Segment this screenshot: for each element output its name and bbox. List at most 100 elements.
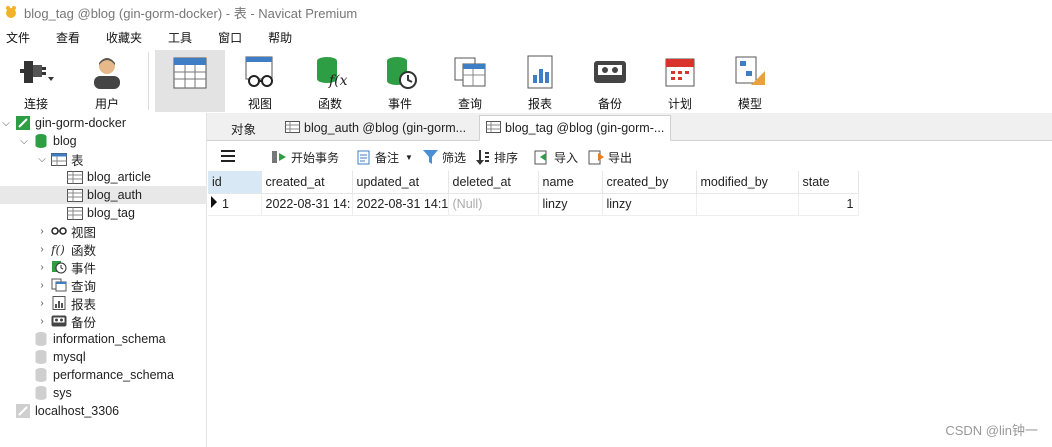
- chevron-right-icon[interactable]: ›: [36, 226, 48, 237]
- tree-table-blog-tag[interactable]: blog_tag: [0, 204, 207, 222]
- tab-objects[interactable]: 对象: [225, 115, 262, 141]
- chevron-right-icon[interactable]: ›: [36, 280, 48, 291]
- export-button[interactable]: 导出: [588, 149, 632, 166]
- cell-updated-at[interactable]: 2022-08-31 14:1: [352, 193, 449, 216]
- tab-label: blog_auth @blog (gin-gorm...: [304, 121, 467, 135]
- query-button[interactable]: 查询: [435, 50, 505, 112]
- chevron-down-icon[interactable]: ⌵: [0, 118, 12, 129]
- tree-table-blog-article[interactable]: blog_article: [0, 168, 207, 186]
- function-icon: f(): [51, 242, 67, 256]
- database-icon: [33, 368, 49, 382]
- memo-label: 备注: [375, 150, 400, 165]
- tree-database-mysql[interactable]: mysql: [0, 348, 207, 366]
- tree-queries-folder[interactable]: › 查询: [0, 276, 207, 294]
- tab-label: 对象: [231, 122, 257, 137]
- import-icon: [534, 150, 550, 165]
- current-row-indicator-icon: [211, 196, 217, 208]
- column-header-updated-at[interactable]: updated_at: [352, 171, 449, 194]
- event-icon: [382, 55, 418, 89]
- backup-button[interactable]: 备份: [575, 50, 645, 112]
- menu-tools[interactable]: 工具: [168, 29, 192, 46]
- table-row[interactable]: 1 2022-08-31 14: 2022-08-31 14:1 (Null) …: [208, 193, 859, 216]
- column-header-created-at[interactable]: created_at: [261, 171, 353, 194]
- tree-backups-folder[interactable]: › 备份: [0, 312, 207, 330]
- menu-favorites[interactable]: 收藏夹: [106, 29, 142, 46]
- tree-functions-folder[interactable]: › f() 函数: [0, 240, 207, 258]
- tree-connection-gin-gorm-docker[interactable]: ⌵ gin-gorm-docker: [0, 114, 207, 132]
- cell-modified-by[interactable]: [696, 193, 799, 216]
- memo-button[interactable]: 备注 ▼: [357, 149, 413, 166]
- database-icon: [33, 332, 49, 346]
- connection-icon: [15, 404, 31, 418]
- plug-icon: [18, 55, 54, 89]
- view-label: 视图: [247, 97, 272, 111]
- tree-table-blog-auth[interactable]: blog_auth: [0, 186, 207, 204]
- model-icon: [732, 55, 768, 89]
- tab-blog-tag[interactable]: blog_tag @blog (gin-gorm-...: [479, 115, 672, 141]
- chevron-right-icon[interactable]: ›: [36, 316, 48, 327]
- transaction-icon: [271, 150, 287, 164]
- cell-state[interactable]: 1: [798, 193, 859, 216]
- cell-created-at[interactable]: 2022-08-31 14:: [261, 193, 353, 216]
- sort-button[interactable]: 排序: [475, 149, 518, 166]
- event-button[interactable]: 事件: [365, 50, 435, 112]
- column-header-name[interactable]: name: [538, 171, 603, 194]
- calendar-icon: [662, 55, 698, 89]
- view-button[interactable]: 视图: [225, 50, 295, 112]
- database-label: mysql: [53, 350, 86, 364]
- title-bar: blog_tag @blog (gin-gorm-docker) - 表 - N…: [0, 0, 1052, 24]
- begin-transaction-button[interactable]: 开始事务: [271, 149, 339, 166]
- column-header-state[interactable]: state: [798, 171, 859, 194]
- menu-help[interactable]: 帮助: [268, 29, 292, 46]
- chevron-right-icon[interactable]: ›: [36, 262, 48, 273]
- events-label: 事件: [71, 261, 97, 276]
- memo-icon: [357, 150, 371, 165]
- schedule-button[interactable]: 计划: [645, 50, 715, 112]
- chevron-down-icon[interactable]: ⌵: [18, 136, 30, 147]
- functions-label: 函数: [71, 243, 97, 258]
- database-label: information_schema: [53, 332, 166, 346]
- cell-deleted-at[interactable]: (Null): [448, 193, 539, 216]
- menu-window[interactable]: 窗口: [218, 29, 242, 46]
- tree-views-folder[interactable]: › 视图: [0, 222, 207, 240]
- column-header-modified-by[interactable]: modified_by: [696, 171, 799, 194]
- function-button[interactable]: f(x) 函数: [295, 50, 365, 112]
- tree-tables-folder[interactable]: ⌵ 表: [0, 150, 207, 168]
- tree-database-sys[interactable]: sys: [0, 384, 207, 402]
- menu-view[interactable]: 查看: [56, 29, 80, 46]
- hamburger-icon: [221, 149, 235, 165]
- reports-label: 报表: [71, 297, 97, 312]
- column-header-id[interactable]: id: [208, 171, 262, 194]
- main-toolbar: 连接 用户 视图 f(x) 函数 事件 查询: [0, 50, 1052, 113]
- tab-blog-auth[interactable]: blog_auth @blog (gin-gorm...: [279, 115, 472, 141]
- import-button[interactable]: 导入: [534, 149, 578, 166]
- tree-events-folder[interactable]: › 事件: [0, 258, 207, 276]
- connect-button[interactable]: 连接: [0, 50, 72, 112]
- table-icon: [172, 55, 208, 91]
- table-toolbar: 开始事务 备注 ▼ 筛选 排序 导入 导出: [207, 143, 1052, 171]
- menu-file[interactable]: 文件: [6, 29, 30, 46]
- tables-label: 表: [71, 153, 84, 168]
- chevron-right-icon[interactable]: ›: [36, 298, 48, 309]
- user-button[interactable]: 用户: [72, 50, 142, 112]
- column-header-deleted-at[interactable]: deleted_at: [448, 171, 539, 194]
- cell-name[interactable]: linzy: [538, 193, 603, 216]
- chevron-right-icon[interactable]: ›: [36, 244, 48, 255]
- table-button[interactable]: [155, 50, 225, 112]
- tree-connection-localhost[interactable]: localhost_3306: [0, 402, 207, 420]
- menu-button[interactable]: [221, 149, 235, 165]
- tree-database-performance-schema[interactable]: performance_schema: [0, 366, 207, 384]
- chevron-down-icon[interactable]: ⌵: [36, 154, 48, 165]
- report-button[interactable]: 报表: [505, 50, 575, 112]
- tree-database-blog[interactable]: ⌵ blog: [0, 132, 207, 150]
- model-button[interactable]: 模型: [715, 50, 785, 112]
- user-label: 用户: [94, 97, 119, 111]
- tree-reports-folder[interactable]: › 报表: [0, 294, 207, 312]
- table-label: blog_auth: [87, 188, 142, 202]
- tree-database-information-schema[interactable]: information_schema: [0, 330, 207, 348]
- table-icon: [285, 120, 300, 136]
- cell-created-by[interactable]: linzy: [602, 193, 697, 216]
- dropdown-arrow-icon[interactable]: ▼: [405, 153, 413, 162]
- column-header-created-by[interactable]: created_by: [602, 171, 697, 194]
- filter-button[interactable]: 筛选: [422, 149, 466, 166]
